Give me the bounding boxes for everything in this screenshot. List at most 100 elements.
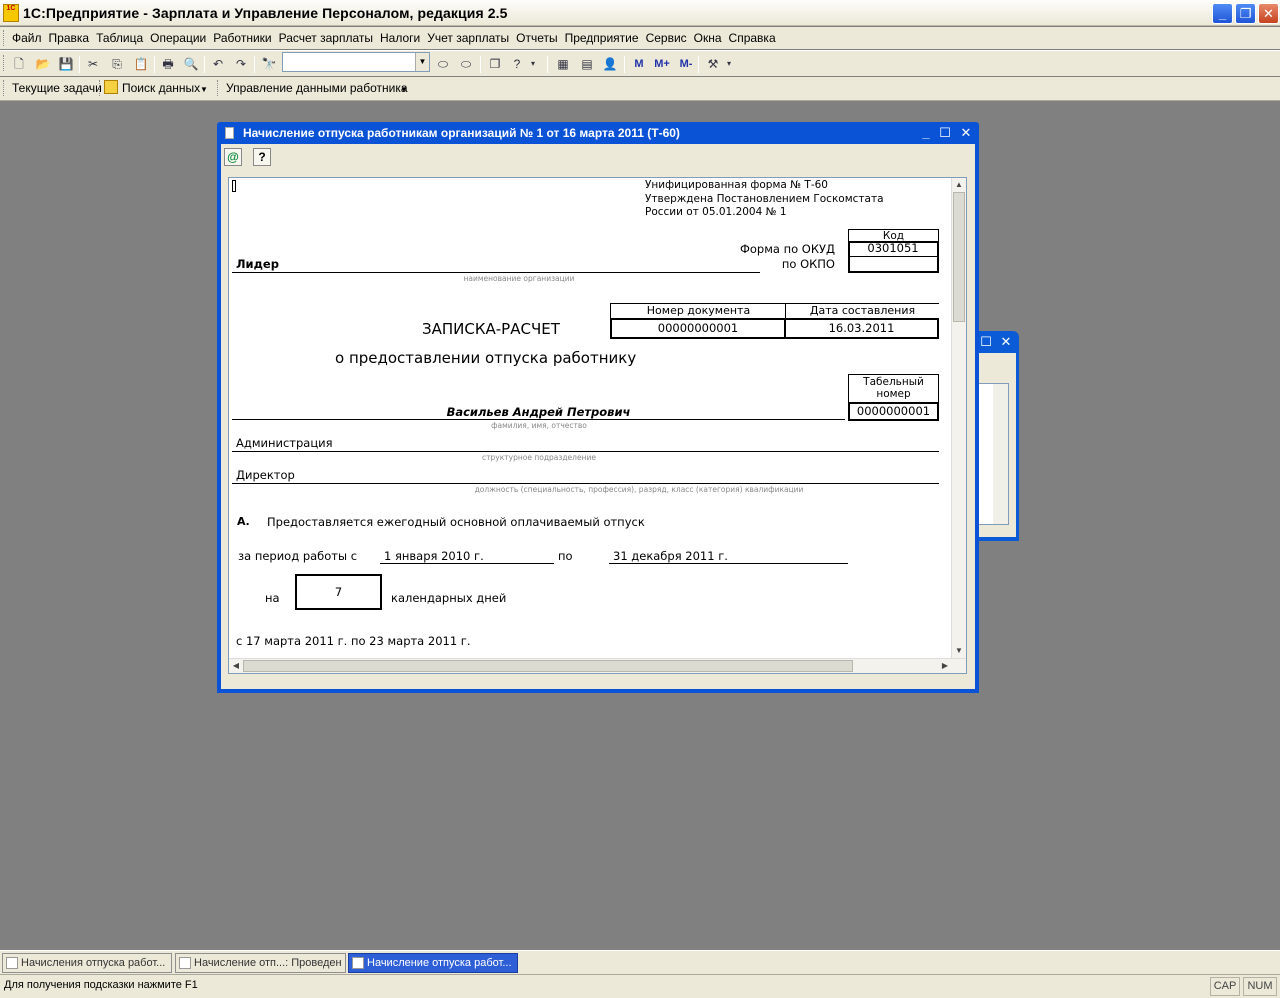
save-icon[interactable]: 💾	[57, 55, 75, 73]
window-taskbar: Начисления отпуска работ... Начисление о…	[0, 950, 1280, 974]
task-button-1[interactable]: Начисления отпуска работ...	[2, 953, 172, 973]
copy-icon[interactable]: ⎘	[108, 55, 126, 73]
task-button-2[interactable]: Начисление отп...: Проведен	[175, 953, 346, 973]
paste-icon[interactable]: 📋	[132, 55, 150, 73]
menu-item[interactable]: Таблица	[96, 31, 143, 45]
calendar-icon[interactable]: ▤	[578, 55, 596, 73]
doc-minimize-button[interactable]: _	[918, 125, 934, 141]
folder-icon	[6, 957, 18, 969]
dropdown-arrow-icon[interactable]: ▾	[528, 55, 538, 73]
employee-name: Васильев Андрей Петрович	[446, 405, 631, 419]
print-preview-icon[interactable]: 🔍	[182, 55, 200, 73]
document-window: Начисление отпуска работникам организаци…	[217, 122, 979, 693]
document-window-title: Начисление отпуска работникам организаци…	[243, 126, 680, 140]
bg-maximize-button[interactable]: ☐	[978, 334, 994, 350]
status-hint: Для получения подсказки нажмите F1	[4, 979, 198, 991]
document-icon	[352, 957, 364, 969]
tab-number-value: 0000000001	[848, 402, 939, 421]
form-vertical-scrollbar[interactable]: ▲ ▼	[951, 178, 966, 658]
form-horizontal-scrollbar[interactable]: ◀ ▶	[229, 658, 966, 673]
period-to-underline	[609, 563, 848, 564]
menu-item[interactable]: Предприятие	[565, 31, 639, 45]
menu-item[interactable]: Окна	[694, 31, 722, 45]
toolbar2-grip[interactable]	[217, 80, 220, 96]
close-button[interactable]: ✕	[1258, 3, 1279, 24]
toolbar-grip[interactable]	[3, 55, 6, 71]
menubar-grip[interactable]	[3, 30, 6, 46]
find-icon[interactable]: 🔭	[260, 55, 278, 73]
task-label-3: Начисление отпуска работ...	[367, 957, 512, 969]
menu-item[interactable]: Учет зарплаты	[427, 31, 509, 45]
data-search-icon[interactable]	[104, 80, 118, 94]
hscroll-thumb[interactable]	[243, 660, 853, 672]
dropdown-arrow-icon[interactable]: ▼	[400, 85, 408, 94]
menu-item[interactable]: Правка	[49, 31, 90, 45]
scroll-right-icon[interactable]: ▶	[939, 660, 951, 672]
memory-plus-icon[interactable]: M+	[652, 55, 672, 73]
menu-item[interactable]: Налоги	[380, 31, 420, 45]
user-icon[interactable]: 👤	[601, 55, 619, 73]
menu-item[interactable]: Справка	[729, 31, 776, 45]
menu-item[interactable]: Работники	[213, 31, 271, 45]
scroll-left-icon[interactable]: ◀	[230, 660, 242, 672]
data-search-button[interactable]: Поиск данных	[122, 81, 200, 95]
doc-close-button[interactable]: ✕	[958, 125, 974, 141]
menu-item[interactable]: Операции	[150, 31, 206, 45]
menu-item[interactable]: Расчет зарплаты	[279, 31, 373, 45]
menu-bar: Файл Правка Таблица Операции Работники Расчет…	[0, 27, 1280, 49]
find-prev-icon[interactable]: ⬭	[457, 55, 475, 73]
dropdown-arrow-icon[interactable]: ▼	[200, 85, 208, 94]
position-caption: должность (специальность, профессия), ра…	[474, 485, 804, 494]
cut-icon[interactable]: ✂	[84, 55, 102, 73]
open-icon[interactable]: 📂	[34, 55, 52, 73]
app-titlebar: 1С 1С:Предприятие - Зарплата и Управлени…	[0, 0, 1280, 26]
memory-m-icon[interactable]: M	[632, 55, 646, 73]
tools-icon[interactable]: ⚒	[704, 55, 722, 73]
1c-logo-icon: 1С	[3, 4, 19, 22]
email-send-icon[interactable]: @	[224, 148, 242, 166]
restore-button[interactable]: ❐	[1235, 3, 1256, 24]
scroll-down-icon[interactable]: ▼	[953, 645, 965, 657]
bg-list[interactable]	[978, 383, 1009, 525]
task-button-3[interactable]: Начисление отпуска работ...	[348, 953, 518, 973]
minimize-button[interactable]: _	[1212, 3, 1233, 24]
help-1c-icon[interactable]: ?	[508, 55, 526, 73]
calculator-icon[interactable]: ▦	[554, 55, 572, 73]
redo-icon[interactable]: ↷	[232, 55, 250, 73]
bg-close-button[interactable]: ✕	[998, 334, 1014, 350]
windows-icon[interactable]: ❐	[486, 55, 504, 73]
menu-item[interactable]: Отчеты	[516, 31, 557, 45]
days-label-post: календарных дней	[391, 591, 507, 605]
toolbar2-grip[interactable]	[3, 80, 6, 96]
employee-data-button[interactable]: Управление данными работника	[226, 81, 408, 95]
printable-form[interactable]: Унифицированная форма № Т-60 Утверждена …	[228, 177, 967, 674]
form-header-line1: Унифицированная форма № Т-60	[645, 179, 828, 191]
scroll-up-icon[interactable]: ▲	[953, 179, 965, 191]
current-tasks-button[interactable]: Текущие задачи	[12, 81, 102, 95]
department-value: Администрация	[236, 436, 333, 450]
help-icon[interactable]: ?	[253, 148, 271, 166]
print-icon[interactable]: 🖶	[159, 55, 177, 73]
toolbar-separator	[624, 56, 625, 73]
undo-icon[interactable]: ↶	[209, 55, 227, 73]
menu-item[interactable]: Сервис	[646, 31, 687, 45]
search-combobox[interactable]: ▼	[282, 52, 430, 72]
search-dropdown-arrow-icon[interactable]: ▼	[415, 53, 429, 71]
toolbar2-grip[interactable]	[99, 80, 102, 96]
task-label-2: Начисление отп...: Проведен	[194, 957, 342, 969]
scroll-thumb[interactable]	[953, 192, 965, 322]
find-next-icon[interactable]: ⬭	[434, 55, 452, 73]
doc-maximize-button[interactable]: ☐	[937, 125, 953, 141]
okud-label: Форма по ОКУД	[739, 242, 835, 256]
menu-item[interactable]: Файл	[12, 31, 42, 45]
doc-number-header: Номер документа	[610, 303, 786, 318]
background-window[interactable]: ☐ ✕	[978, 331, 1019, 541]
period-label: за период работы с	[238, 549, 358, 563]
employee-caption: фамилия, имя, отчество	[491, 421, 587, 430]
position-underline	[232, 483, 939, 484]
days-label-pre: на	[265, 591, 280, 605]
bg-scrollbar[interactable]	[993, 384, 1008, 524]
memory-minus-icon[interactable]: M-	[676, 55, 696, 73]
new-document-icon[interactable]: 🗋	[10, 55, 28, 73]
dropdown-arrow-icon[interactable]: ▾	[724, 55, 734, 73]
